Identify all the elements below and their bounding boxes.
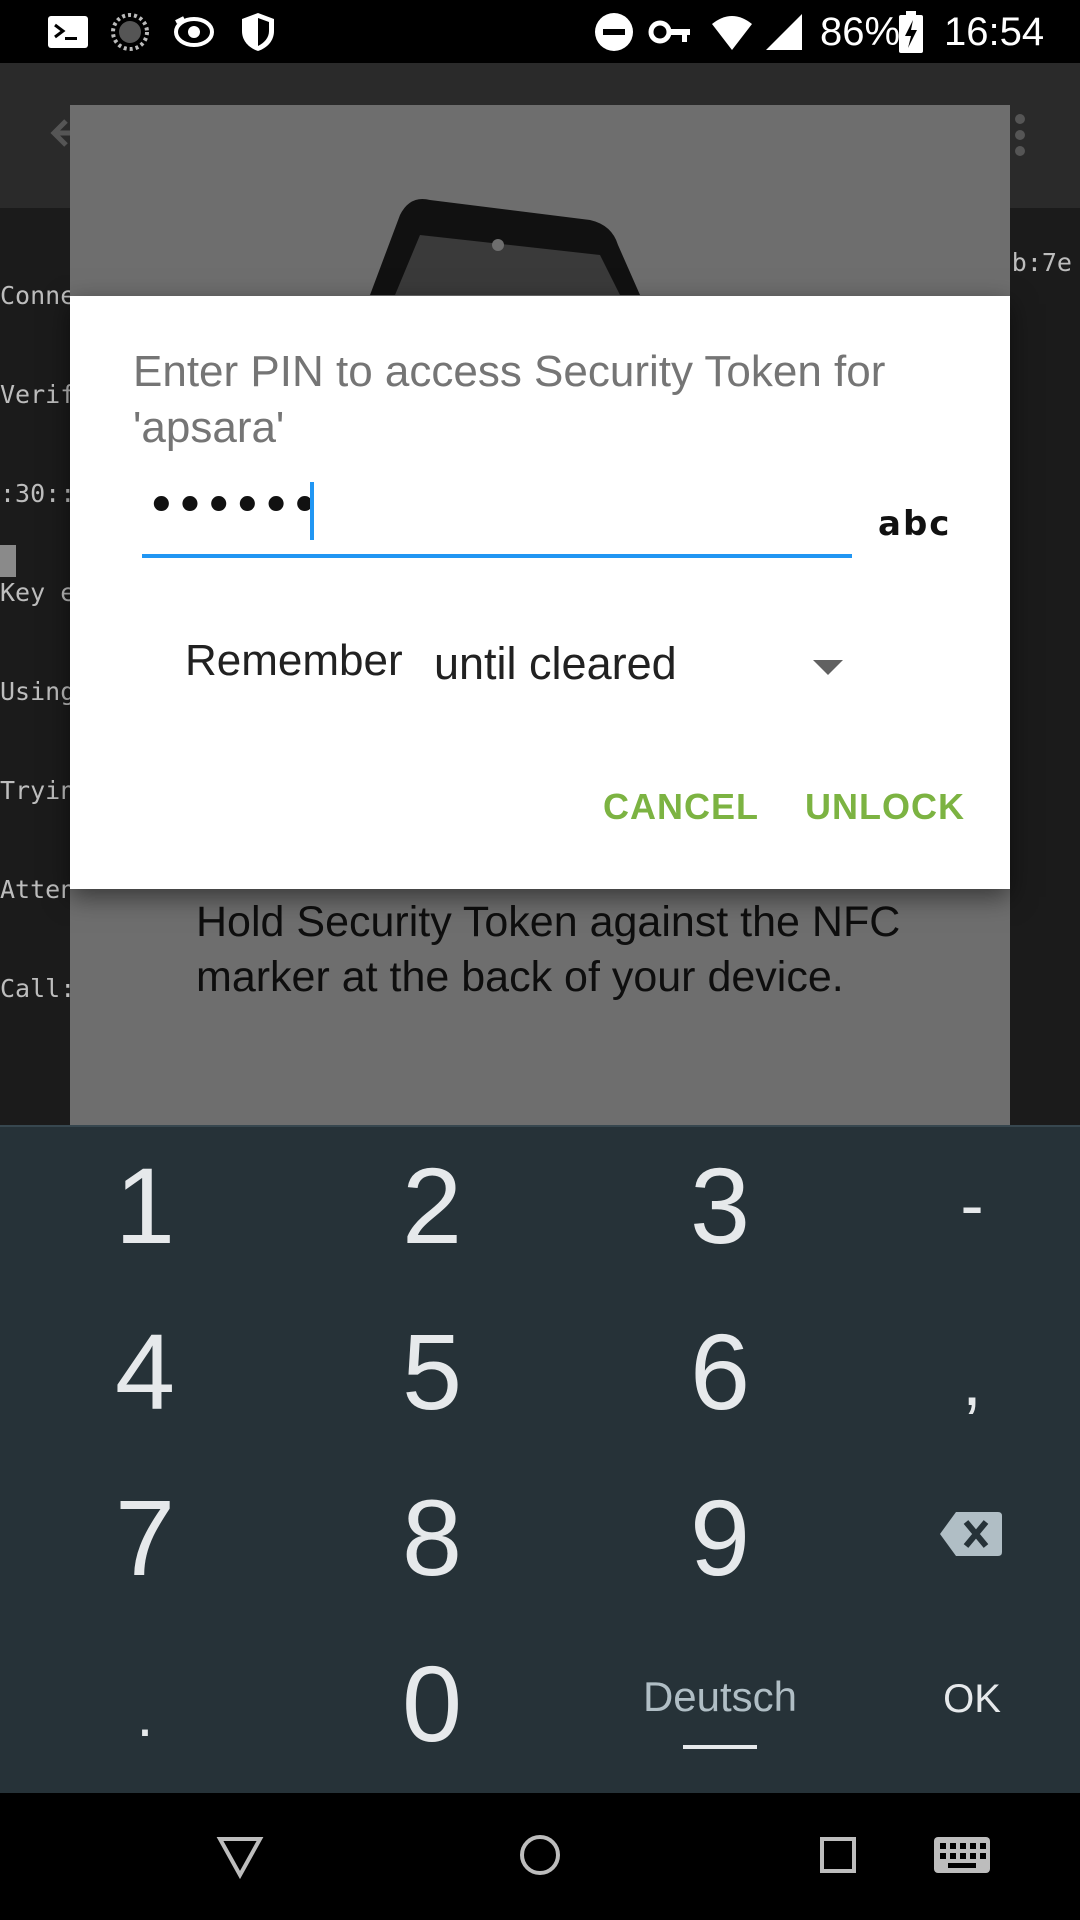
backspace-icon[interactable] xyxy=(940,1510,1002,1558)
wifi-icon xyxy=(712,16,752,50)
recents-icon[interactable] xyxy=(806,1823,870,1887)
signal-icon xyxy=(766,14,802,50)
key-6[interactable]: 6 xyxy=(610,1296,830,1446)
key-9[interactable]: 9 xyxy=(610,1462,830,1612)
terminal-line: Call: xyxy=(0,974,76,1003)
key-4[interactable]: 4 xyxy=(35,1296,255,1446)
terminal-line: Atten xyxy=(0,875,76,904)
overflow-menu-icon[interactable] xyxy=(1010,113,1030,157)
key-5[interactable]: 5 xyxy=(322,1296,542,1446)
home-icon[interactable] xyxy=(508,1823,572,1887)
keyboard-switch-icon[interactable] xyxy=(928,1823,996,1887)
remember-selected-value: until cleared xyxy=(434,638,677,689)
terminal-line: Using xyxy=(0,677,76,706)
do-not-disturb-icon xyxy=(595,13,633,51)
terminal-line: Tryin xyxy=(0,776,76,805)
loading-icon xyxy=(111,13,149,51)
terminal-icon xyxy=(48,16,88,48)
cancel-button[interactable]: CANCEL xyxy=(603,786,759,828)
back-icon[interactable] xyxy=(208,1823,272,1887)
key-3[interactable]: 3 xyxy=(610,1130,830,1280)
status-bar: 86% 16:54 xyxy=(0,0,1080,63)
terminal-line: Conne xyxy=(0,281,76,310)
terminal-line: Key e xyxy=(0,578,76,607)
language-switch-key[interactable]: Deutsch xyxy=(610,1622,830,1772)
key-period[interactable]: . xyxy=(35,1640,255,1790)
key-2[interactable]: 2 xyxy=(322,1130,542,1280)
key-1[interactable]: 1 xyxy=(35,1130,255,1280)
clock: 16:54 xyxy=(944,10,1045,54)
key-0[interactable]: 0 xyxy=(322,1628,542,1778)
pin-dialog: Enter PIN to access Security Token for '… xyxy=(70,296,1010,889)
terminal-line: Verif xyxy=(0,380,76,409)
key-icon xyxy=(648,20,690,44)
unlock-button[interactable]: UNLOCK xyxy=(805,786,965,828)
remember-dropdown[interactable]: until cleared xyxy=(430,626,930,696)
shield-icon xyxy=(242,13,274,51)
text-caret xyxy=(310,482,314,540)
key-comma[interactable]: , xyxy=(862,1306,1080,1456)
battery-charging-icon xyxy=(899,11,923,53)
language-indicator xyxy=(683,1745,757,1749)
terminal-line: :30:: xyxy=(0,479,76,508)
navigation-bar xyxy=(0,1793,1080,1920)
terminal-cursor xyxy=(0,545,16,577)
battery-percentage: 86% xyxy=(820,10,901,54)
remember-label: Remember xyxy=(185,636,403,685)
dialog-title: Enter PIN to access Security Token for '… xyxy=(133,347,886,452)
ok-key[interactable]: OK xyxy=(862,1624,1080,1774)
screen: 86% 16:54 Conne Verif :30:: Key e Using … xyxy=(0,0,1080,1920)
key-minus[interactable]: - xyxy=(862,1130,1080,1280)
terminal-fragment: b:7e xyxy=(1011,248,1072,277)
terminal-output: Conne Verif :30:: Key e Using Tryin Atte… xyxy=(0,213,80,1071)
dropdown-arrow-icon xyxy=(813,660,843,675)
keyboard-toggle-button[interactable]: abc xyxy=(878,504,951,544)
phone-illustration-icon xyxy=(370,199,640,295)
key-7[interactable]: 7 xyxy=(35,1462,255,1612)
nfc-instruction: Hold Security Token against the NFC mark… xyxy=(196,898,901,1001)
pin-masked-value: •••••• xyxy=(146,476,320,536)
sync-icon xyxy=(174,16,214,47)
key-8[interactable]: 8 xyxy=(322,1462,542,1612)
pin-input[interactable]: •••••• xyxy=(142,474,852,558)
